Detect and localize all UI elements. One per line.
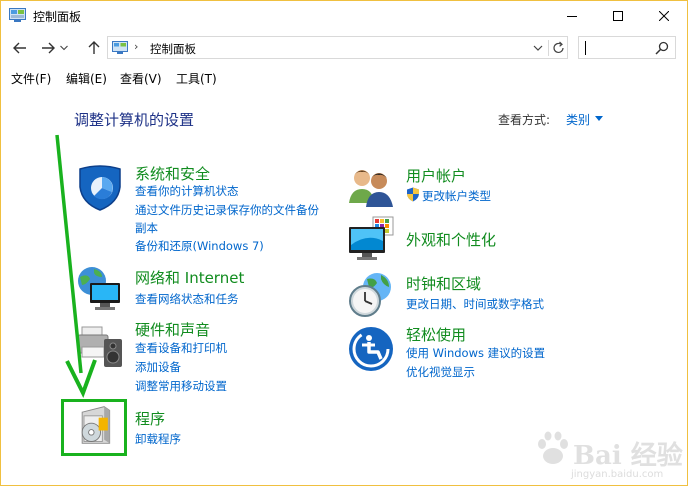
link-view-computer-status[interactable]: 查看你的计算机状态 — [135, 183, 239, 199]
control-panel-icon — [9, 8, 26, 22]
control-panel-icon — [112, 41, 128, 54]
window-title: 控制面板 — [33, 10, 82, 24]
menu-view[interactable]: 查看(V) — [120, 70, 162, 87]
paw-logo-icon — [538, 431, 568, 464]
arrow-left-icon — [13, 42, 26, 54]
uac-shield-icon — [407, 187, 419, 202]
printer-speaker-icon[interactable] — [76, 321, 124, 369]
address-bar[interactable]: › 控制面板 — [107, 36, 568, 59]
close-button[interactable] — [641, 1, 687, 31]
category-appearance-personalization[interactable]: 外观和个性化 — [406, 229, 496, 250]
category-ease-of-access[interactable]: 轻松使用 — [406, 324, 466, 345]
search-input[interactable] — [578, 36, 676, 59]
link-file-history-backup[interactable]: 通过文件历史记录保存你的文件备份 — [135, 202, 319, 218]
menu-tools[interactable]: 工具(T) — [176, 70, 217, 87]
watermark-text: Bai 经验 — [573, 441, 683, 471]
title-bar[interactable]: 控制面板 — [1, 1, 687, 31]
network-globe-icon[interactable] — [76, 265, 124, 313]
breadcrumb-control-panel[interactable]: 控制面板 — [150, 41, 196, 57]
arrow-up-icon — [88, 41, 100, 54]
watermark-url: jingyan.baidu.com — [571, 469, 664, 480]
refresh-icon — [553, 41, 564, 54]
link-optimize-visual-display[interactable]: 优化视觉显示 — [406, 364, 475, 380]
link-uninstall-program[interactable]: 卸载程序 — [135, 431, 181, 447]
link-change-date-time-format[interactable]: 更改日期、时间或数字格式 — [406, 296, 544, 312]
menu-file[interactable]: 文件(F) — [11, 70, 51, 87]
search-icon[interactable] — [655, 41, 669, 55]
refresh-button[interactable] — [548, 40, 568, 56]
breadcrumb-separator[interactable]: › — [134, 40, 138, 53]
minimize-icon — [567, 16, 577, 17]
minimize-button[interactable] — [549, 1, 595, 31]
arrow-right-icon — [42, 42, 55, 54]
category-network-internet[interactable]: 网络和 Internet — [135, 267, 244, 288]
category-clock-region[interactable]: 时钟和区域 — [406, 273, 481, 294]
view-by-label: 查看方式: — [498, 113, 551, 127]
text-cursor — [585, 41, 586, 55]
control-panel-window: 控制面板 › 控制面板 文件(F) 编辑(E) 查看(V) 工具(T) 调整计算… — [0, 0, 688, 486]
baidu-watermark: Bai 经验 jingyan.baidu.com — [529, 425, 683, 485]
link-change-account-type[interactable]: 更改帐户类型 — [422, 188, 491, 204]
link-devices-printers[interactable]: 查看设备和打印机 — [135, 340, 227, 356]
clock-globe-icon[interactable] — [347, 271, 395, 319]
category-user-accounts[interactable]: 用户帐户 — [406, 165, 466, 186]
user-accounts-icon[interactable] — [347, 163, 395, 211]
view-by-dropdown[interactable]: 类别 — [566, 111, 590, 128]
navigation-bar: › 控制面板 — [1, 34, 687, 62]
chevron-down-icon[interactable] — [595, 116, 603, 121]
recent-locations-button[interactable] — [57, 37, 71, 59]
ease-of-access-icon[interactable] — [347, 325, 395, 373]
page-title: 调整计算机的设置 — [74, 111, 195, 129]
link-windows-suggested-settings[interactable]: 使用 Windows 建议的设置 — [406, 345, 545, 361]
chevron-down-icon — [60, 45, 68, 51]
programs-highlight-box — [61, 399, 127, 456]
link-mobility-settings[interactable]: 调整常用移动设置 — [135, 378, 227, 394]
menu-bar: 文件(F) 编辑(E) 查看(V) 工具(T) — [1, 67, 687, 89]
link-file-history-backup-cont[interactable]: 副本 — [135, 220, 158, 236]
link-network-status-tasks[interactable]: 查看网络状态和任务 — [135, 291, 239, 307]
maximize-icon — [613, 11, 623, 21]
forward-button[interactable] — [37, 37, 59, 59]
maximize-button[interactable] — [595, 1, 641, 31]
menu-edit[interactable]: 编辑(E) — [66, 70, 107, 87]
main-content: 调整计算机的设置 查看方式: 类别 系统和安全 查看你的计算机状态 通过文件历史… — [1, 91, 687, 485]
security-shield-icon[interactable] — [76, 163, 124, 211]
chevron-down-icon[interactable] — [532, 41, 544, 55]
back-button[interactable] — [9, 37, 31, 59]
up-button[interactable] — [83, 37, 105, 59]
category-programs[interactable]: 程序 — [135, 408, 165, 429]
category-hardware-sound[interactable]: 硬件和声音 — [135, 319, 210, 340]
link-add-device[interactable]: 添加设备 — [135, 359, 181, 375]
link-backup-restore[interactable]: 备份和还原(Windows 7) — [135, 238, 264, 254]
category-system-security[interactable]: 系统和安全 — [135, 163, 210, 184]
close-icon — [659, 11, 669, 21]
appearance-monitor-icon[interactable] — [347, 215, 395, 263]
